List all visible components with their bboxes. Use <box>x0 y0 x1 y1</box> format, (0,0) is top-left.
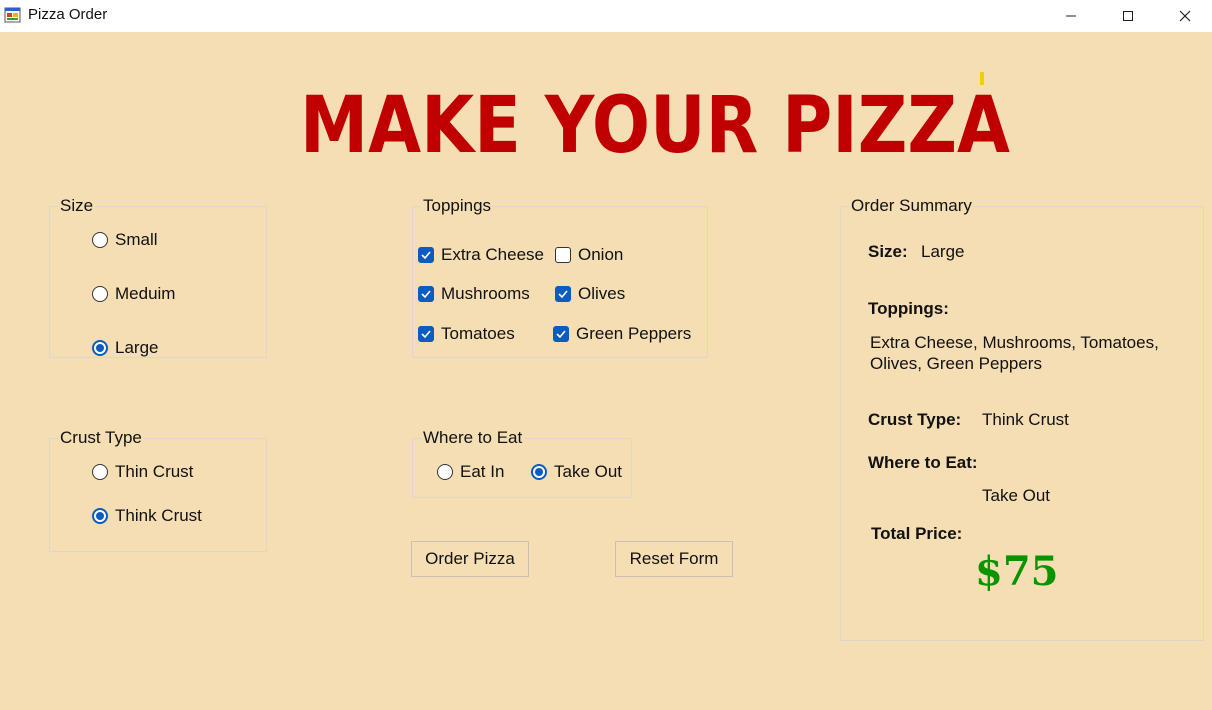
option-label: Extra Cheese <box>441 245 544 264</box>
radio-button[interactable] <box>92 286 108 302</box>
summary-toppings-line-1: Extra Cheese, Mushrooms, Tomatoes, <box>870 333 1159 352</box>
summary-where-value: Take Out <box>982 486 1051 505</box>
option-label: Take Out <box>554 462 623 481</box>
radio-button[interactable] <box>92 508 108 524</box>
summary-size-label: Size: <box>868 242 908 261</box>
topping-green-peppers[interactable]: Green Peppers <box>553 324 691 344</box>
size-legend: Size <box>58 196 96 215</box>
minimize-button[interactable] <box>1042 0 1100 32</box>
size-option-medium[interactable]: Meduim <box>92 284 175 304</box>
topping-mushrooms[interactable]: Mushrooms <box>418 284 530 304</box>
size-option-small[interactable]: Small <box>92 230 158 250</box>
summary-toppings-label: Toppings: <box>868 299 949 318</box>
toppings-legend: Toppings <box>421 196 494 215</box>
crust-option-thick[interactable]: Think Crust <box>92 506 202 526</box>
summary-where-label: Where to Eat: <box>868 453 978 472</box>
total-price-value: $75 <box>975 548 1059 595</box>
where-legend: Where to Eat <box>421 428 525 447</box>
option-label: Small <box>115 230 158 249</box>
summary-legend: Order Summary <box>849 196 974 215</box>
where-option-eat-in[interactable]: Eat In <box>437 462 504 482</box>
where-to-eat-group: Where to Eat Eat In Take Out <box>412 429 632 498</box>
order-pizza-button[interactable]: Order Pizza <box>411 541 529 577</box>
crust-legend: Crust Type <box>58 428 144 447</box>
checkbox[interactable] <box>418 286 434 302</box>
close-icon <box>1179 10 1191 22</box>
option-label: Think Crust <box>115 506 202 525</box>
summary-price-label: Total Price: <box>871 524 963 543</box>
checkmark-icon <box>558 290 568 298</box>
option-label: Mushrooms <box>441 284 530 303</box>
topping-olives[interactable]: Olives <box>555 284 625 304</box>
radio-button[interactable] <box>92 232 108 248</box>
summary-size-value: Large <box>921 242 965 261</box>
window-title: Pizza Order <box>28 6 108 23</box>
summary-crust-value: Think Crust <box>982 410 1069 429</box>
checkbox[interactable] <box>555 286 571 302</box>
topping-extra-cheese[interactable]: Extra Cheese <box>418 245 544 265</box>
radio-button[interactable] <box>92 464 108 480</box>
option-label: Tomatoes <box>441 324 515 343</box>
checkbox[interactable] <box>418 326 434 342</box>
form-client-area: MAKE YOUR PIZZA Size Small Meduim Large … <box>0 32 1212 710</box>
option-label: Onion <box>578 245 624 264</box>
close-button[interactable] <box>1156 0 1212 32</box>
option-label: Green Peppers <box>576 324 692 343</box>
radio-button[interactable] <box>437 464 453 480</box>
reset-form-button[interactable]: Reset Form <box>615 541 733 577</box>
app-icon <box>4 7 21 23</box>
summary-toppings-line-2: Olives, Green Peppers <box>870 354 1042 373</box>
checkmark-icon <box>421 290 431 298</box>
checkmark-icon <box>421 330 431 338</box>
checkmark-icon <box>556 330 566 338</box>
topping-tomatoes[interactable]: Tomatoes <box>418 324 515 344</box>
maximize-icon <box>1123 11 1133 21</box>
banner-title: MAKE YOUR PIZZA <box>300 82 1010 162</box>
option-label: Eat In <box>460 462 505 481</box>
option-label: Large <box>115 338 159 357</box>
toppings-group: Toppings Extra Cheese Onion Mushrooms Ol… <box>412 197 708 358</box>
option-label: Olives <box>578 284 626 303</box>
minimize-icon <box>1066 15 1076 17</box>
banner-text: MAKE YOUR PIZZA <box>300 82 1010 162</box>
where-option-take-out[interactable]: Take Out <box>531 462 622 482</box>
size-group: Size Small Meduim Large <box>49 197 267 358</box>
maximize-button[interactable] <box>1099 0 1157 32</box>
option-label: Thin Crust <box>115 462 194 481</box>
size-option-large[interactable]: Large <box>92 338 158 358</box>
checkbox[interactable] <box>555 247 571 263</box>
checkbox[interactable] <box>553 326 569 342</box>
topping-onion[interactable]: Onion <box>555 245 623 265</box>
title-bar: Pizza Order <box>0 0 1212 32</box>
crust-group: Crust Type Thin Crust Think Crust <box>49 429 267 552</box>
checkmark-icon <box>421 251 431 259</box>
summary-crust-label: Crust Type: <box>868 410 962 429</box>
crust-option-thin[interactable]: Thin Crust <box>92 462 193 482</box>
checkbox[interactable] <box>418 247 434 263</box>
option-label: Meduim <box>115 284 176 303</box>
radio-button[interactable] <box>92 340 108 356</box>
radio-button[interactable] <box>531 464 547 480</box>
